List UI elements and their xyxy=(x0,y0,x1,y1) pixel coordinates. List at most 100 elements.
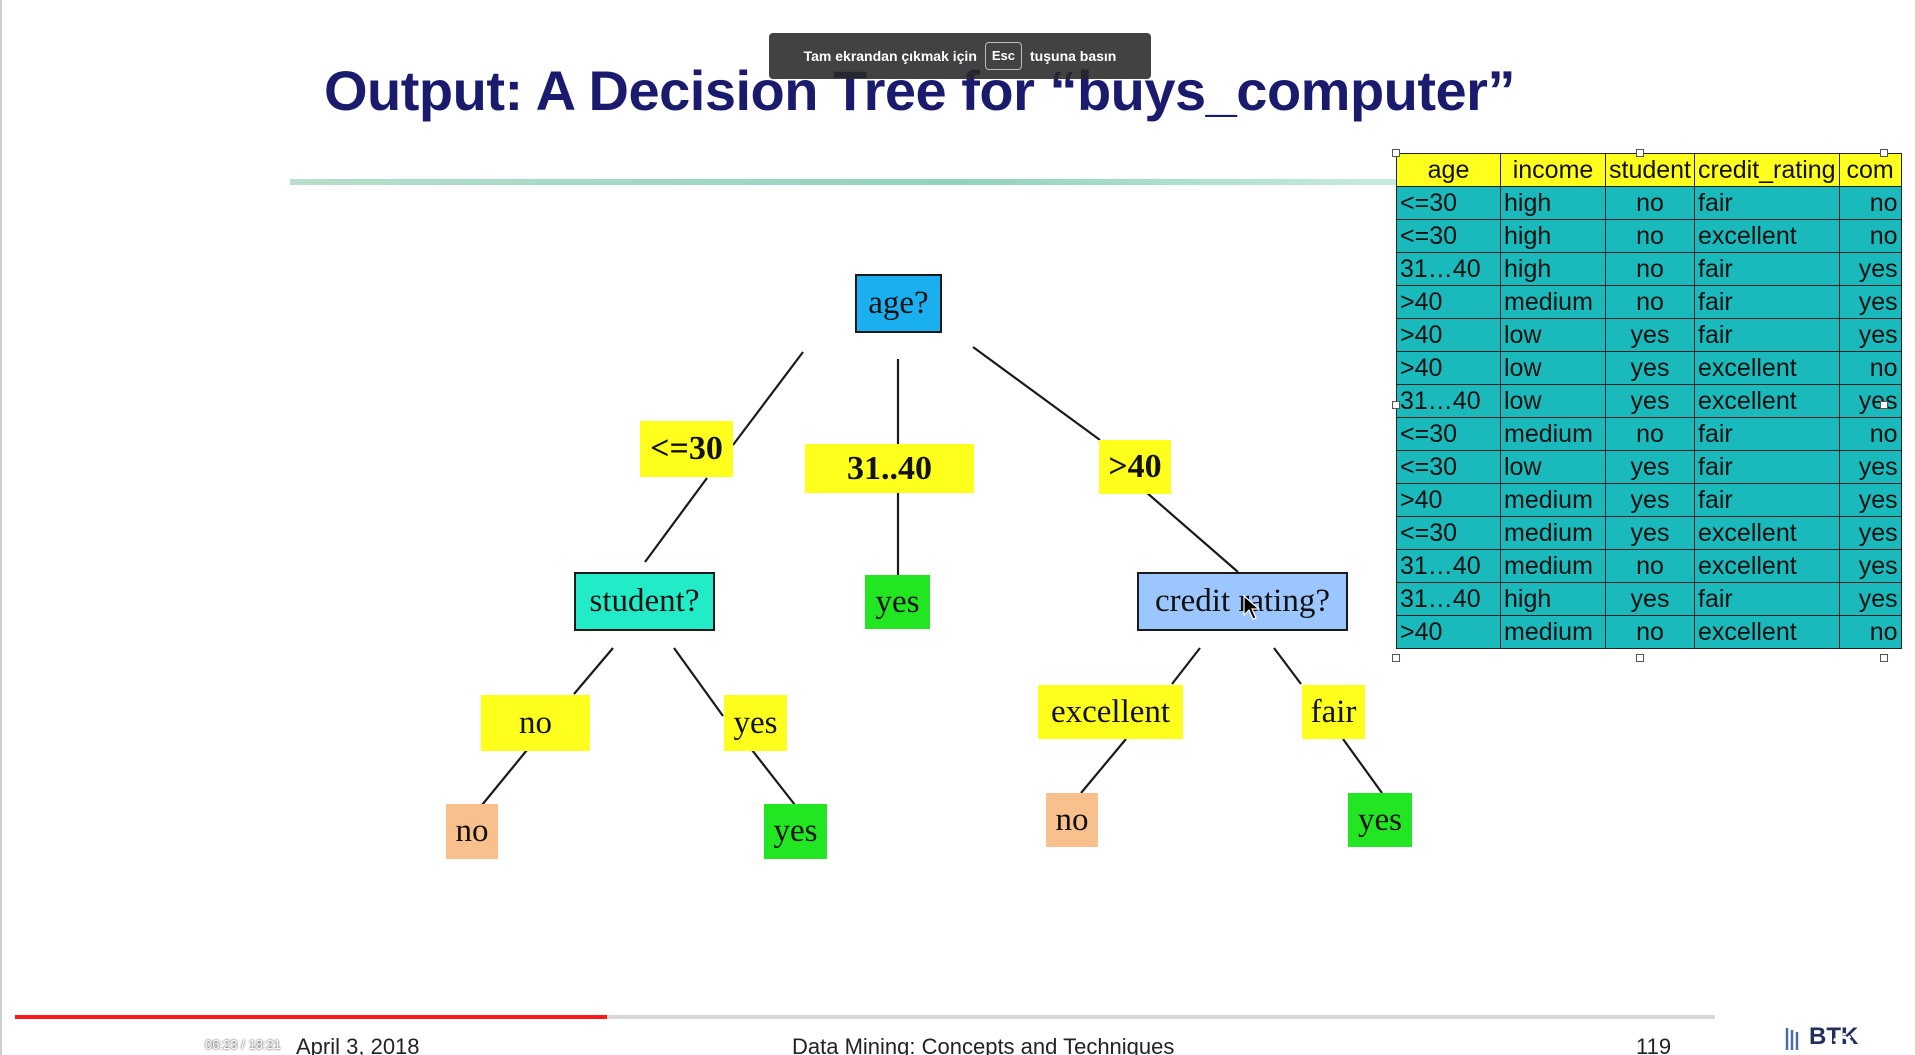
branch-label-fair: fair xyxy=(1302,685,1365,739)
table-cell: high xyxy=(1500,186,1606,220)
table-cell: yes xyxy=(1838,549,1902,583)
column-header: com xyxy=(1838,153,1902,187)
progress-bar[interactable] xyxy=(15,1015,1715,1019)
table-cell: <=30 xyxy=(1396,186,1501,220)
pause-button[interactable] xyxy=(26,1032,50,1055)
table-row: <=30 medium yes excellent yes xyxy=(1396,516,1902,550)
table-cell: yes xyxy=(1604,384,1696,418)
table-row: <=30 high no excellent no xyxy=(1396,219,1902,253)
resize-handle[interactable] xyxy=(1636,149,1644,157)
table-cell: yes xyxy=(1838,483,1902,517)
table-cell: yes xyxy=(1604,582,1696,616)
table-cell: yes xyxy=(1604,516,1696,550)
table-cell: <=30 xyxy=(1396,417,1501,451)
line-le30-student xyxy=(644,477,708,563)
table-cell: >40 xyxy=(1396,351,1501,385)
branch-label-student-no: no xyxy=(481,695,590,751)
line-credit-excellent xyxy=(1171,647,1201,685)
notice-prefix: Tam ekrandan çıkmak için xyxy=(803,48,977,64)
line-gt40-credit xyxy=(1145,491,1239,573)
branch-label-gt40: >40 xyxy=(1099,440,1171,494)
table-row: <=30 high no fair no xyxy=(1396,186,1902,220)
volume-button[interactable] xyxy=(162,1031,190,1055)
table-cell: no xyxy=(1838,351,1902,385)
table-cell: fair xyxy=(1694,186,1840,220)
table-cell: medium xyxy=(1500,417,1606,451)
table-row: 31…40 high yes fair yes xyxy=(1396,582,1902,616)
line-root-gt40 xyxy=(972,346,1101,441)
table-cell: yes xyxy=(1838,384,1902,418)
table-cell: yes xyxy=(1838,516,1902,550)
leaf-credit-excellent: no xyxy=(1046,793,1098,847)
table-cell: excellent xyxy=(1694,351,1840,385)
rewind-icon xyxy=(74,1030,94,1052)
table-cell: no xyxy=(1838,417,1902,451)
table-cell: high xyxy=(1500,252,1606,286)
line-excellent-leaf xyxy=(1080,738,1127,794)
branch-label-student-yes: yes xyxy=(724,695,787,751)
table-cell: >40 xyxy=(1396,318,1501,352)
table-cell: >40 xyxy=(1396,285,1501,319)
esc-key-badge: Esc xyxy=(984,42,1023,70)
table-cell: yes xyxy=(1838,252,1902,286)
exit-fullscreen-button[interactable] xyxy=(1870,1031,1896,1055)
table-cell: low xyxy=(1500,384,1606,418)
table-cell: yes xyxy=(1604,450,1696,484)
fullscreen-exit-notice: Tam ekrandan çıkmak için Esc tuşuna bası… xyxy=(769,33,1151,79)
resize-handle[interactable] xyxy=(1392,149,1400,157)
table-cell: excellent xyxy=(1694,549,1840,583)
table-cell: no xyxy=(1604,252,1696,286)
table-cell: low xyxy=(1500,318,1606,352)
table-cell: no xyxy=(1604,186,1696,220)
leaf-credit-fair: yes xyxy=(1348,793,1412,847)
resize-handle[interactable] xyxy=(1636,654,1644,662)
table-cell: yes xyxy=(1838,285,1902,319)
resize-handle[interactable] xyxy=(1392,401,1400,409)
table-cell: excellent xyxy=(1694,219,1840,253)
resize-handle[interactable] xyxy=(1392,654,1400,662)
table-cell: <=30 xyxy=(1396,516,1501,550)
table-row: >40 low yes fair yes xyxy=(1396,318,1902,352)
table-cell: excellent xyxy=(1694,384,1840,418)
table-cell: fair xyxy=(1694,318,1840,352)
line-fair-leaf xyxy=(1342,738,1383,794)
rewind-button[interactable] xyxy=(70,1030,98,1054)
leaf-31-40-yes: yes xyxy=(865,575,930,629)
line-credit-fair xyxy=(1273,647,1302,685)
table-cell: yes xyxy=(1838,318,1902,352)
table-row: >40 medium yes fair yes xyxy=(1396,483,1902,517)
progress-fill xyxy=(15,1015,607,1019)
table-cell: excellent xyxy=(1694,615,1840,649)
table-cell: fair xyxy=(1694,450,1840,484)
table-cell: no xyxy=(1604,549,1696,583)
training-data-table[interactable]: age income student credit_rating com <=3… xyxy=(1396,153,1902,649)
table-row: >40 low yes excellent no xyxy=(1396,351,1902,385)
table-cell: fair xyxy=(1694,582,1840,616)
video-frame[interactable]: Output: A Decision Tree for “buys_comput… xyxy=(0,0,1915,1055)
mouse-cursor-icon xyxy=(1243,595,1261,620)
settings-button[interactable] xyxy=(1830,1031,1856,1055)
table-cell: yes xyxy=(1838,582,1902,616)
table-cell: fair xyxy=(1694,417,1840,451)
table-cell: medium xyxy=(1500,615,1606,649)
table-row: 31…40 medium no excellent yes xyxy=(1396,549,1902,583)
volume-icon xyxy=(165,1034,186,1052)
table-row: <=30 medium no fair no xyxy=(1396,417,1902,451)
resize-handle[interactable] xyxy=(1880,401,1888,409)
resize-handle[interactable] xyxy=(1880,149,1888,157)
resize-handle[interactable] xyxy=(1880,654,1888,662)
table-cell: no xyxy=(1604,219,1696,253)
forward-button[interactable] xyxy=(115,1030,143,1054)
node-student: student? xyxy=(574,572,715,631)
line-no-leaf xyxy=(481,749,528,806)
table-cell: no xyxy=(1838,186,1902,220)
branch-label-le30: <=30 xyxy=(640,421,733,477)
table-cell: <=30 xyxy=(1396,219,1501,253)
pause-icon xyxy=(31,1035,44,1053)
table-row: <=30 low yes fair yes xyxy=(1396,450,1902,484)
node-age: age? xyxy=(855,274,942,333)
notice-suffix: tuşuna basın xyxy=(1030,48,1117,64)
logo-mark-icon xyxy=(1785,1027,1799,1050)
table-cell: high xyxy=(1500,582,1606,616)
table-cell: 31…40 xyxy=(1396,252,1501,286)
